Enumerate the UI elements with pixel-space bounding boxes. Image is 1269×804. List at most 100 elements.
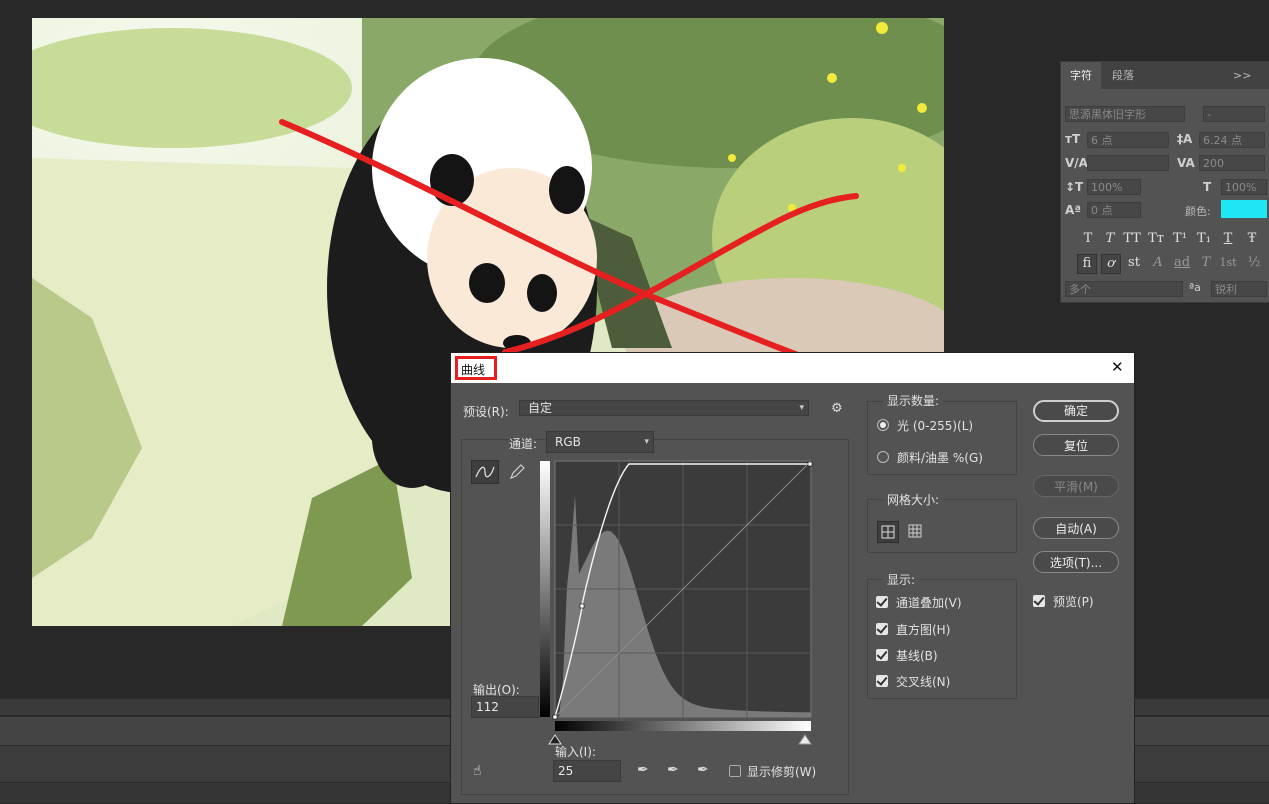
histogram-checkbox[interactable] [876, 623, 888, 635]
horizontal-scale-field[interactable]: 100% [1221, 179, 1267, 195]
font-family-select[interactable]: 思源黑体旧字形 [1065, 106, 1185, 122]
white-point-slider [798, 734, 812, 745]
leading-icon: ‡A [1177, 132, 1193, 146]
language-select[interactable]: 多个 [1065, 281, 1183, 297]
vertical-scale-field[interactable]: 100% [1087, 179, 1141, 195]
output-field[interactable]: 112 [471, 696, 539, 718]
ordinals-button[interactable]: 1st [1219, 254, 1237, 272]
show-clipping-checkbox[interactable] [729, 765, 741, 777]
dialog-titlebar[interactable]: 曲线 ✕ [451, 353, 1134, 383]
pigment-radio[interactable] [877, 451, 889, 463]
font-size-field[interactable]: 6 点 [1087, 132, 1169, 148]
curve-point-black [552, 714, 558, 720]
preview-checkbox[interactable] [1033, 595, 1045, 607]
font-size-icon: тT [1065, 132, 1081, 146]
titling-button[interactable]: T [1197, 254, 1215, 272]
antialias-select[interactable]: 锐利 [1211, 281, 1267, 297]
character-panel: 字符 段落 >> 思源黑体旧字形 - тT 6 点 ‡A 6.24 点 V/A … [1060, 61, 1269, 303]
display-amount-label: 显示数量: [883, 392, 944, 409]
dialog-title: 曲线 [461, 363, 486, 377]
show-label: 显示: [883, 571, 920, 588]
kerning-field[interactable] [1087, 155, 1169, 171]
output-gradient-bar [540, 461, 550, 717]
all-caps-button[interactable]: TT [1123, 230, 1141, 248]
fractions-button[interactable]: ½ [1245, 254, 1263, 272]
subscript-button[interactable]: T₁ [1195, 230, 1213, 248]
vertical-scale-icon: ↕T [1065, 180, 1084, 194]
text-color-swatch[interactable] [1221, 200, 1267, 218]
curve-graph[interactable] [537, 459, 813, 749]
channel-overlay-label: 通道叠加(V) [896, 596, 962, 610]
reset-button[interactable]: 复位 [1033, 434, 1119, 456]
preset-select[interactable]: 自定 ▾ [519, 400, 809, 416]
preset-value: 自定 [528, 401, 553, 415]
channel-label: 通道: [509, 437, 538, 451]
channel-value: RGB [555, 435, 581, 449]
tab-character[interactable]: 字符 [1061, 62, 1101, 89]
baseline-checkbox[interactable] [876, 649, 888, 661]
options-button[interactable]: 选项(T)... [1033, 551, 1119, 573]
preset-label: 预设(R): [463, 405, 509, 419]
pencil-icon [509, 464, 525, 480]
curve-point-white [807, 461, 813, 467]
tab-paragraph[interactable]: 段落 [1103, 62, 1143, 89]
intersection-line-label: 交叉线(N) [896, 675, 951, 689]
tracking-icon: VA [1177, 156, 1195, 170]
curve-point-selected [579, 603, 585, 609]
curve-tool-icon [475, 466, 495, 478]
curves-dialog: 曲线 ✕ 预设(R): 自定 ▾ ⚙ 通道: RGB ▾ 输出(O): 112 … [450, 352, 1135, 804]
histogram-label: 直方图(H) [896, 623, 951, 637]
preview-label: 预览(P) [1053, 595, 1094, 609]
faux-bold-button[interactable]: T [1079, 230, 1097, 248]
input-gradient-bar [555, 721, 811, 731]
grid-size-label: 网格大小: [883, 491, 944, 508]
chevron-down-icon: ▾ [799, 403, 804, 413]
intersection-line-checkbox[interactable] [876, 675, 888, 687]
show-clipping-label: 显示修剪(W) [747, 765, 817, 779]
baseline-shift-field[interactable]: 0 点 [1087, 202, 1141, 218]
horizontal-scale-icon: T [1203, 180, 1212, 194]
old-style-button[interactable]: st [1125, 254, 1143, 272]
smooth-button[interactable]: 平滑(M) [1033, 475, 1119, 497]
kerning-icon: V/A [1065, 156, 1088, 170]
baseline-shift-icon: Aª [1065, 203, 1082, 217]
faux-italic-button[interactable]: T [1101, 230, 1119, 248]
white-eyedropper-icon[interactable]: ✒ [697, 762, 709, 778]
pigment-label: 颜料/油墨 %(G) [897, 451, 983, 465]
detailed-grid-button[interactable] [905, 521, 927, 543]
color-label: 颜色: [1185, 205, 1211, 218]
light-radio[interactable] [877, 419, 889, 431]
black-eyedropper-icon[interactable]: ✒ [637, 762, 649, 778]
gray-eyedropper-icon[interactable]: ✒ [667, 762, 679, 778]
ok-button[interactable]: 确定 [1033, 400, 1119, 422]
panel-menu-icon[interactable]: >> [1233, 62, 1251, 89]
light-label: 光 (0-255)(L) [897, 419, 974, 433]
close-icon[interactable]: ✕ [1111, 358, 1124, 376]
curve-point-tool[interactable] [471, 460, 499, 484]
small-caps-button[interactable]: Tт [1147, 230, 1165, 248]
preset-gear-icon[interactable]: ⚙ [831, 401, 843, 416]
leading-field[interactable]: 6.24 点 [1199, 132, 1265, 148]
simple-grid-button[interactable] [877, 521, 899, 543]
simple-grid-icon [881, 525, 895, 539]
detailed-grid-icon [908, 524, 922, 538]
antialias-icon: ªa [1189, 281, 1201, 294]
discretionary-ligatures-button[interactable]: ơ [1101, 254, 1121, 274]
baseline-label: 基线(B) [896, 649, 938, 663]
chevron-down-icon: ▾ [644, 437, 649, 447]
tracking-field[interactable]: 200 [1199, 155, 1265, 171]
input-field[interactable]: 25 [553, 760, 621, 782]
font-style-select[interactable]: - [1203, 106, 1265, 122]
channel-select[interactable]: RGB ▾ [546, 431, 654, 453]
superscript-button[interactable]: T¹ [1171, 230, 1189, 248]
pencil-tool[interactable] [507, 462, 527, 482]
underline-button[interactable]: T [1219, 230, 1237, 248]
targeted-adjustment-icon[interactable]: ☝ [473, 763, 482, 779]
swash-button[interactable]: A [1149, 254, 1167, 272]
ligatures-button[interactable]: fi [1077, 254, 1097, 274]
strikethrough-button[interactable]: Ŧ [1243, 230, 1261, 248]
channel-overlay-checkbox[interactable] [876, 596, 888, 608]
auto-button[interactable]: 自动(A) [1033, 517, 1119, 539]
stylistic-alternates-button[interactable]: ad [1173, 254, 1191, 272]
panel-tabs: 字符 段落 >> [1061, 62, 1269, 89]
